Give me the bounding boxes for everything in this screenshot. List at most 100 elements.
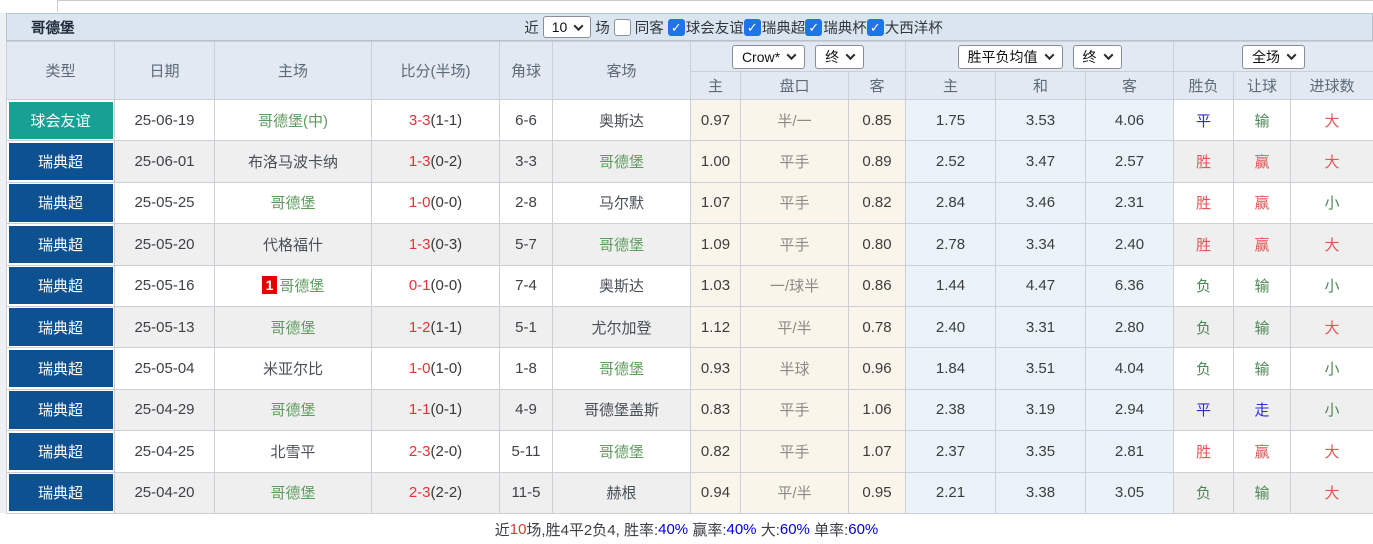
- away-team-link[interactable]: 哥德堡: [599, 154, 644, 171]
- average-time-select[interactable]: 终: [1072, 44, 1122, 69]
- home-team-cell: 哥德堡: [214, 305, 372, 349]
- team-title: 哥德堡: [31, 20, 75, 37]
- avg-odds-home: 2.38: [905, 388, 996, 432]
- avg-odds-draw: 3.51: [995, 347, 1086, 390]
- result-wdl: 胜: [1173, 430, 1234, 473]
- result-goals: 大: [1289, 430, 1373, 473]
- bookmaker-select[interactable]: Crow*: [731, 44, 806, 69]
- corners-cell: 6-6: [499, 98, 553, 142]
- score-cell: 1-3(0-2): [371, 140, 500, 183]
- home-team-cell: 北雪平: [214, 430, 372, 473]
- summary-handicap-rate: 40%: [726, 520, 757, 538]
- league-filter-item: 大西洋杯: [866, 17, 943, 38]
- bookmaker-time-select[interactable]: 终: [815, 44, 865, 69]
- league-filter-label: 瑞典超: [761, 20, 806, 37]
- summary-win-rate: 40%: [658, 520, 689, 538]
- odds-away: 0.82: [848, 181, 906, 225]
- match-date: 25-06-01: [114, 140, 215, 183]
- matches-table: 类型 日期 主场 比分(半场) 角球 客场 Crow* 终 胜平负均值 终 全场…: [6, 41, 1373, 514]
- same-away-checkbox[interactable]: [613, 18, 631, 36]
- result-handicap: 输: [1233, 471, 1291, 514]
- scope-select-group: 全场: [1172, 41, 1373, 72]
- home-team-link[interactable]: 哥德堡: [279, 278, 324, 295]
- away-team-cell: 哥德堡: [552, 430, 691, 473]
- score-cell: 1-0(1-0): [371, 347, 500, 390]
- away-team-link[interactable]: 奥斯达: [599, 278, 644, 295]
- summary-seg4: 单率:: [809, 521, 849, 539]
- league-checkbox[interactable]: [743, 18, 761, 36]
- half-time-score: (1-1): [430, 111, 463, 129]
- half-time-score: (0-2): [430, 153, 463, 171]
- away-team-link[interactable]: 哥德堡: [599, 237, 644, 254]
- away-team-cell: 哥德堡: [552, 140, 691, 183]
- matches-label: 场: [595, 20, 610, 37]
- away-team-cell: 奥斯达: [552, 264, 691, 307]
- subcol-odds-away: 客: [848, 71, 906, 100]
- subcol-handicap: 盘口: [740, 71, 849, 100]
- result-goals: 大: [1289, 223, 1373, 266]
- recent-count-select[interactable]: 10: [542, 16, 592, 38]
- odds-home: 1.00: [690, 140, 741, 183]
- table-row: 瑞典超 25-05-20 代格福什 1-3(0-3) 5-7 哥德堡 1.09 …: [6, 223, 1373, 266]
- home-team-link[interactable]: 哥德堡: [270, 402, 315, 419]
- away-team-cell: 奥斯达: [552, 98, 691, 142]
- away-team-link[interactable]: 奥斯达: [599, 113, 644, 130]
- result-wdl: 平: [1173, 98, 1234, 142]
- odds-home: 1.03: [690, 264, 741, 307]
- result-handicap: 赢: [1233, 181, 1291, 225]
- home-team-link[interactable]: 哥德堡: [270, 195, 315, 212]
- odds-away: 1.06: [848, 388, 906, 432]
- odds-handicap-line: 半/一: [740, 98, 849, 142]
- home-team-link[interactable]: 米亚尔比: [263, 361, 323, 378]
- home-team-link[interactable]: 哥德堡(中): [258, 113, 328, 130]
- subcol-odds-home: 主: [690, 71, 741, 100]
- match-type-badge: 瑞典超: [6, 181, 115, 225]
- match-type-badge: 瑞典超: [6, 140, 115, 183]
- league-checkbox[interactable]: [667, 18, 685, 36]
- home-team-link[interactable]: 代格福什: [263, 237, 323, 254]
- home-team-link[interactable]: 哥德堡: [270, 485, 315, 502]
- half-time-score: (0-3): [430, 235, 463, 253]
- odds-handicap-line: 平手: [740, 181, 849, 225]
- avg-odds-draw: 3.46: [995, 181, 1086, 225]
- score-cell: 0-1(0-0): [371, 264, 500, 307]
- odds-away: 0.78: [848, 305, 906, 349]
- away-team-link[interactable]: 哥德堡: [599, 361, 644, 378]
- result-wdl: 胜: [1173, 140, 1234, 183]
- full-time-score: 2-3: [408, 442, 431, 460]
- match-tbody: 球会友谊 25-06-19 哥德堡(中) 3-3(1-1) 6-6 奥斯达 0.…: [6, 98, 1373, 514]
- avg-odds-away: 2.80: [1085, 305, 1174, 349]
- away-team-cell: 马尔默: [552, 181, 691, 225]
- odds-away: 0.86: [848, 264, 906, 307]
- match-date: 25-05-04: [114, 347, 215, 390]
- result-handicap: 输: [1233, 347, 1291, 390]
- recent-label: 近: [524, 20, 539, 37]
- odds-handicap-line: 一/球半: [740, 264, 849, 307]
- home-team-cell: 哥德堡: [214, 471, 372, 514]
- away-team-link[interactable]: 哥德堡盖斯: [584, 402, 659, 419]
- odds-home: 0.97: [690, 98, 741, 142]
- average-odds-select[interactable]: 胜平负均值: [957, 44, 1063, 69]
- avg-odds-home: 2.84: [905, 181, 996, 225]
- home-team-link[interactable]: 哥德堡: [270, 320, 315, 337]
- summary-seg2: 赢率:: [688, 521, 727, 539]
- away-team-link[interactable]: 哥德堡: [599, 444, 644, 461]
- corners-cell: 5-11: [499, 430, 553, 473]
- home-team-link[interactable]: 北雪平: [270, 444, 315, 461]
- subcol-result-wdl: 胜负: [1173, 71, 1234, 100]
- half-time-score: (2-0): [430, 442, 463, 460]
- away-team-link[interactable]: 尤尔加登: [591, 320, 651, 337]
- league-checkbox[interactable]: [866, 18, 884, 36]
- full-time-score: 1-0: [408, 360, 431, 378]
- away-team-link[interactable]: 马尔默: [599, 195, 644, 212]
- home-team-cell: 米亚尔比: [214, 347, 372, 390]
- subcol-avg-draw: 和: [995, 71, 1086, 100]
- avg-odds-away: 6.36: [1085, 264, 1174, 307]
- scope-select[interactable]: 全场: [1242, 44, 1305, 69]
- league-checkbox[interactable]: [805, 18, 823, 36]
- home-team-link[interactable]: 布洛马波卡纳: [248, 154, 338, 171]
- chevron-down-icon: [1103, 50, 1113, 61]
- away-team-link[interactable]: 赫根: [606, 485, 636, 502]
- col-header-score: 比分(半场): [371, 41, 500, 100]
- result-wdl: 负: [1173, 264, 1234, 307]
